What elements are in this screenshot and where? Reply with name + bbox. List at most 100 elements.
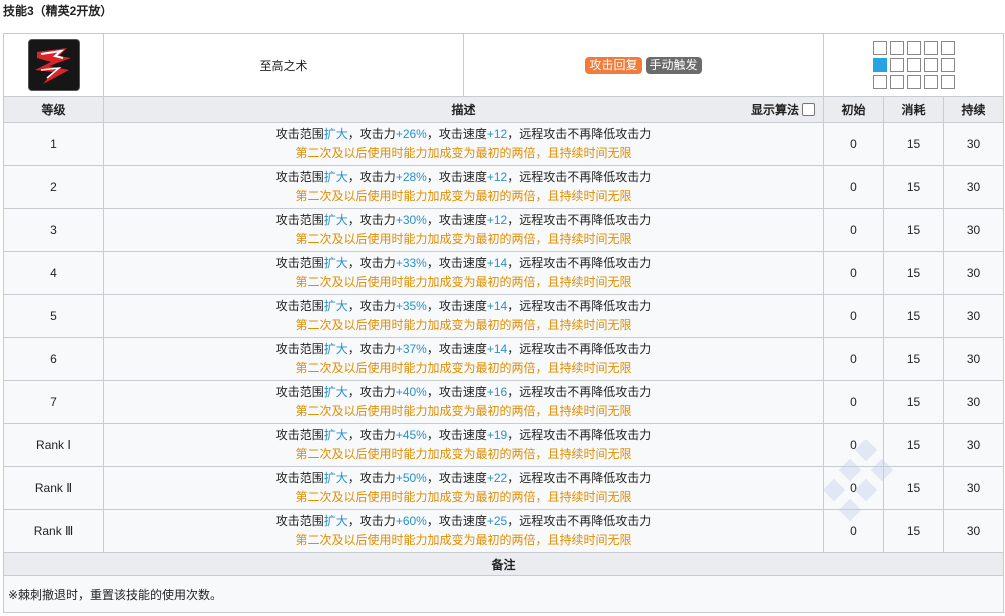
aspd-bonus: +19 — [486, 428, 508, 442]
desc-line-main: 攻击范围扩大，攻击力+35%，攻击速度+14，远程攻击不再降低攻击力 — [104, 297, 823, 316]
desc-line-main: 攻击范围扩大，攻击力+60%，攻击速度+25，远程攻击不再降低攻击力 — [104, 512, 823, 531]
aspd-bonus: +14 — [486, 342, 508, 356]
desc-line-main: 攻击范围扩大，攻击力+40%，攻击速度+16，远程攻击不再降低攻击力 — [104, 383, 823, 402]
desc-text: 攻击范围 — [275, 342, 324, 356]
desc-cell: 攻击范围扩大，攻击力+30%，攻击速度+12，远程攻击不再降低攻击力 第二次及以后… — [103, 208, 824, 252]
cost-cell: 15 — [883, 294, 944, 338]
desc-text: 攻击范围 — [275, 385, 324, 399]
column-header-row: 等级 描述 显示算法 初始 消耗 持续 — [3, 96, 1005, 123]
desc-cell: 攻击范围扩大，攻击力+26%，攻击速度+12，远程攻击不再降低攻击力 第二次及以后… — [103, 122, 824, 166]
desc-text: 攻击范围 — [275, 299, 324, 313]
desc-highlight: 扩大 — [323, 170, 348, 184]
atk-bonus: +33% — [395, 256, 427, 270]
atk-bonus: +28% — [395, 170, 427, 184]
range-cell — [906, 41, 921, 55]
section-title: 技能3（精英2开放） — [3, 4, 113, 18]
level-cell: 6 — [3, 337, 104, 381]
desc-cell: 攻击范围扩大，攻击力+33%，攻击速度+14，远程攻击不再降低攻击力 第二次及以后… — [103, 251, 824, 295]
desc-text: 攻击范围 — [275, 428, 324, 442]
atk-bonus: +30% — [395, 213, 427, 227]
range-cell — [906, 58, 921, 72]
range-cell — [822, 33, 1005, 97]
desc-text: 攻击范围 — [275, 127, 324, 141]
show-algo-label: 显示算法 — [750, 103, 799, 117]
duration-cell: 30 — [942, 380, 1005, 424]
atk-bonus: +45% — [395, 428, 427, 442]
desc-text: ，远程攻击不再降低攻击力 — [507, 514, 652, 528]
desc-text: 攻击范围 — [275, 471, 324, 485]
desc-cell: 攻击范围扩大，攻击力+40%，攻击速度+16，远程攻击不再降低攻击力 第二次及以后… — [103, 380, 824, 424]
duration-cell: 30 — [942, 165, 1005, 209]
table-row: 2 攻击范围扩大，攻击力+28%，攻击速度+12，远程攻击不再降低攻击力 第二次及以… — [3, 165, 1005, 209]
desc-text: ，攻击速度 — [426, 256, 487, 270]
initial-cell: 0 — [823, 165, 884, 209]
cost-cell: 15 — [883, 466, 944, 510]
level-cell: Rank Ⅲ — [3, 509, 104, 553]
cost-cell: 15 — [883, 122, 944, 166]
desc-text: ，攻击力 — [347, 170, 396, 184]
desc-cell: 攻击范围扩大，攻击力+28%，攻击速度+12，远程攻击不再降低攻击力 第二次及以后… — [103, 165, 824, 209]
range-cell-active — [872, 58, 887, 72]
aspd-bonus: +12 — [486, 127, 508, 141]
duration-cell: 30 — [942, 294, 1005, 338]
initial-cell: 0 — [823, 337, 884, 381]
initial-cell: 0 — [823, 251, 884, 295]
skill-icon — [27, 39, 80, 91]
desc-line-main: 攻击范围扩大，攻击力+30%，攻击速度+12，远程攻击不再降低攻击力 — [104, 211, 823, 230]
aspd-bonus: +14 — [486, 299, 508, 313]
desc-line-note: 第二次及以后使用时能力加成变为最初的两倍，且持续时间无限 — [295, 318, 632, 332]
desc-cell: 攻击范围扩大，攻击力+37%，攻击速度+14，远程攻击不再降低攻击力 第二次及以后… — [103, 337, 824, 381]
desc-highlight: 扩大 — [323, 342, 348, 356]
desc-text: ，攻击速度 — [426, 127, 487, 141]
desc-text: ，攻击力 — [347, 471, 396, 485]
col-duration: 持续 — [942, 96, 1005, 123]
aspd-bonus: +25 — [486, 514, 508, 528]
desc-highlight: 扩大 — [323, 514, 348, 528]
desc-line-main: 攻击范围扩大，攻击力+33%，攻击速度+14，远程攻击不再降低攻击力 — [104, 254, 823, 273]
level-cell: Rank Ⅰ — [3, 423, 104, 467]
desc-text: ，攻击速度 — [426, 428, 487, 442]
desc-text: ，攻击力 — [347, 428, 396, 442]
desc-text: 攻击范围 — [275, 170, 324, 184]
table-row: 7 攻击范围扩大，攻击力+40%，攻击速度+16，远程攻击不再降低攻击力 第二次及以… — [3, 380, 1005, 424]
notes-header-row: 备注 — [2, 552, 1005, 576]
notes-text: ※棘刺撤退时，重置该技能的使用次数。 — [2, 575, 1005, 613]
level-cell: 4 — [3, 251, 104, 295]
desc-text: ，攻击速度 — [426, 170, 487, 184]
desc-line-note: 第二次及以后使用时能力加成变为最初的两倍，且持续时间无限 — [295, 447, 632, 461]
aspd-bonus: +12 — [486, 213, 508, 227]
atk-bonus: +26% — [395, 127, 427, 141]
desc-line-main: 攻击范围扩大，攻击力+28%，攻击速度+12，远程攻击不再降低攻击力 — [104, 168, 823, 187]
desc-text: ，攻击力 — [347, 342, 396, 356]
desc-line-note: 第二次及以后使用时能力加成变为最初的两倍，且持续时间无限 — [295, 533, 632, 547]
cost-cell: 15 — [883, 251, 944, 295]
desc-text: ，远程攻击不再降低攻击力 — [507, 471, 652, 485]
tag-recovery: 攻击回复 — [585, 56, 642, 74]
table-row: 1 攻击范围扩大，攻击力+26%，攻击速度+12，远程攻击不再降低攻击力 第二次及以… — [3, 122, 1005, 166]
attack-range-grid — [872, 41, 955, 89]
desc-line-main: 攻击范围扩大，攻击力+50%，攻击速度+22，远程攻击不再降低攻击力 — [104, 469, 823, 488]
desc-text: ，远程攻击不再降低攻击力 — [507, 385, 652, 399]
skill-name: 至高之术 — [103, 33, 464, 97]
duration-cell: 30 — [942, 466, 1005, 510]
cost-cell: 15 — [883, 337, 944, 381]
initial-cell: 0 — [823, 380, 884, 424]
level-cell: 1 — [3, 122, 104, 166]
show-algo-toggle[interactable]: 显示算法 — [751, 101, 815, 118]
desc-text: ，远程攻击不再降低攻击力 — [507, 428, 652, 442]
notes-header: 备注 — [2, 552, 1005, 576]
show-algo-checkbox[interactable] — [802, 103, 815, 116]
desc-text: ，远程攻击不再降低攻击力 — [507, 342, 652, 356]
desc-text: ，攻击力 — [347, 299, 396, 313]
initial-cell: 0 — [823, 122, 884, 166]
desc-highlight: 扩大 — [323, 127, 348, 141]
level-cell: 7 — [3, 380, 104, 424]
aspd-bonus: +14 — [486, 256, 508, 270]
desc-cell: 攻击范围扩大，攻击力+45%，攻击速度+19，远程攻击不再降低攻击力 第二次及以后… — [103, 423, 824, 467]
desc-text: ，攻击速度 — [426, 342, 487, 356]
atk-bonus: +40% — [395, 385, 427, 399]
desc-text: ，远程攻击不再降低攻击力 — [507, 170, 652, 184]
desc-line-note: 第二次及以后使用时能力加成变为最初的两倍，且持续时间无限 — [295, 490, 632, 504]
range-cell — [889, 41, 904, 55]
col-initial: 初始 — [823, 96, 884, 123]
